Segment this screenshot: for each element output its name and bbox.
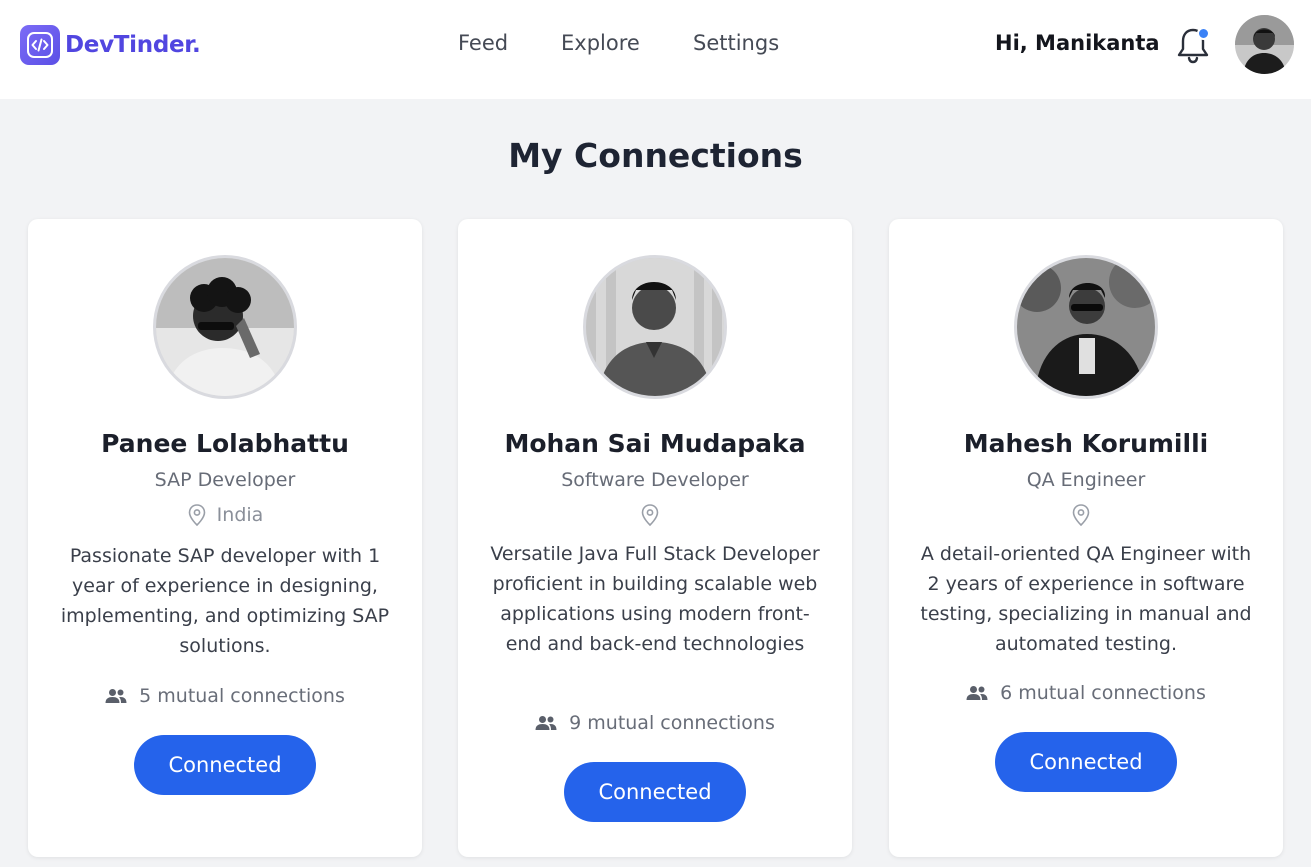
- nav-settings[interactable]: Settings: [693, 31, 779, 55]
- avatar: [153, 255, 297, 399]
- mutual-count: 9 mutual connections: [569, 712, 775, 734]
- connection-location: [458, 503, 852, 527]
- map-pin-icon: [641, 504, 659, 527]
- connection-role: QA Engineer: [1026, 469, 1146, 491]
- connection-bio: Passionate SAP developer with 1 year of …: [60, 545, 390, 657]
- connected-button[interactable]: Connected: [134, 735, 316, 795]
- mutual-count: 6 mutual connections: [1000, 682, 1206, 704]
- connection-role: Software Developer: [561, 469, 749, 491]
- map-pin-icon: [1072, 504, 1090, 527]
- notification-dot: [1197, 27, 1210, 40]
- connection-card: Mohan Sai Mudapaka Software Developer Ve…: [458, 219, 852, 857]
- map-pin-icon: [188, 504, 205, 527]
- mutual-connections: 5 mutual connections: [28, 685, 422, 707]
- avatar: [583, 255, 727, 399]
- connected-button[interactable]: Connected: [995, 732, 1177, 792]
- users-icon: [105, 689, 127, 703]
- location-text: India: [216, 504, 264, 526]
- connection-role: SAP Developer: [154, 469, 296, 491]
- top-navbar: DevTinder. Feed Explore Settings Hi, Man…: [0, 0, 1311, 99]
- connection-bio: Versatile Java Full Stack Developer prof…: [490, 543, 820, 655]
- mutual-count: 5 mutual connections: [139, 685, 345, 707]
- app-name: DevTinder.: [65, 32, 201, 58]
- avatar: [1014, 255, 1158, 399]
- page-title: My Connections: [508, 136, 803, 175]
- connection-name: Mohan Sai Mudapaka: [504, 429, 806, 458]
- connection-location: [889, 503, 1283, 527]
- connection-card: Panee Lolabhattu SAP Developer India Pas…: [28, 219, 422, 857]
- connection-bio: A detail-oriented QA Engineer with 2 yea…: [920, 543, 1252, 655]
- connection-card: Mahesh Korumilli QA Engineer A detail-or…: [889, 219, 1283, 857]
- connection-name: Mahesh Korumilli: [963, 429, 1209, 458]
- nav-explore[interactable]: Explore: [561, 31, 640, 55]
- user-greeting: Hi, Manikanta: [995, 31, 1160, 55]
- connection-location: India: [28, 503, 422, 527]
- users-icon: [535, 716, 557, 730]
- user-avatar[interactable]: [1235, 15, 1294, 74]
- code-icon: [20, 25, 60, 65]
- mutual-connections: 6 mutual connections: [889, 682, 1283, 704]
- users-icon: [966, 686, 988, 700]
- connected-button[interactable]: Connected: [564, 762, 746, 822]
- nav-feed[interactable]: Feed: [458, 31, 508, 55]
- connection-name: Panee Lolabhattu: [101, 429, 349, 458]
- app-logo[interactable]: DevTinder.: [20, 25, 201, 65]
- mutual-connections: 9 mutual connections: [458, 712, 852, 734]
